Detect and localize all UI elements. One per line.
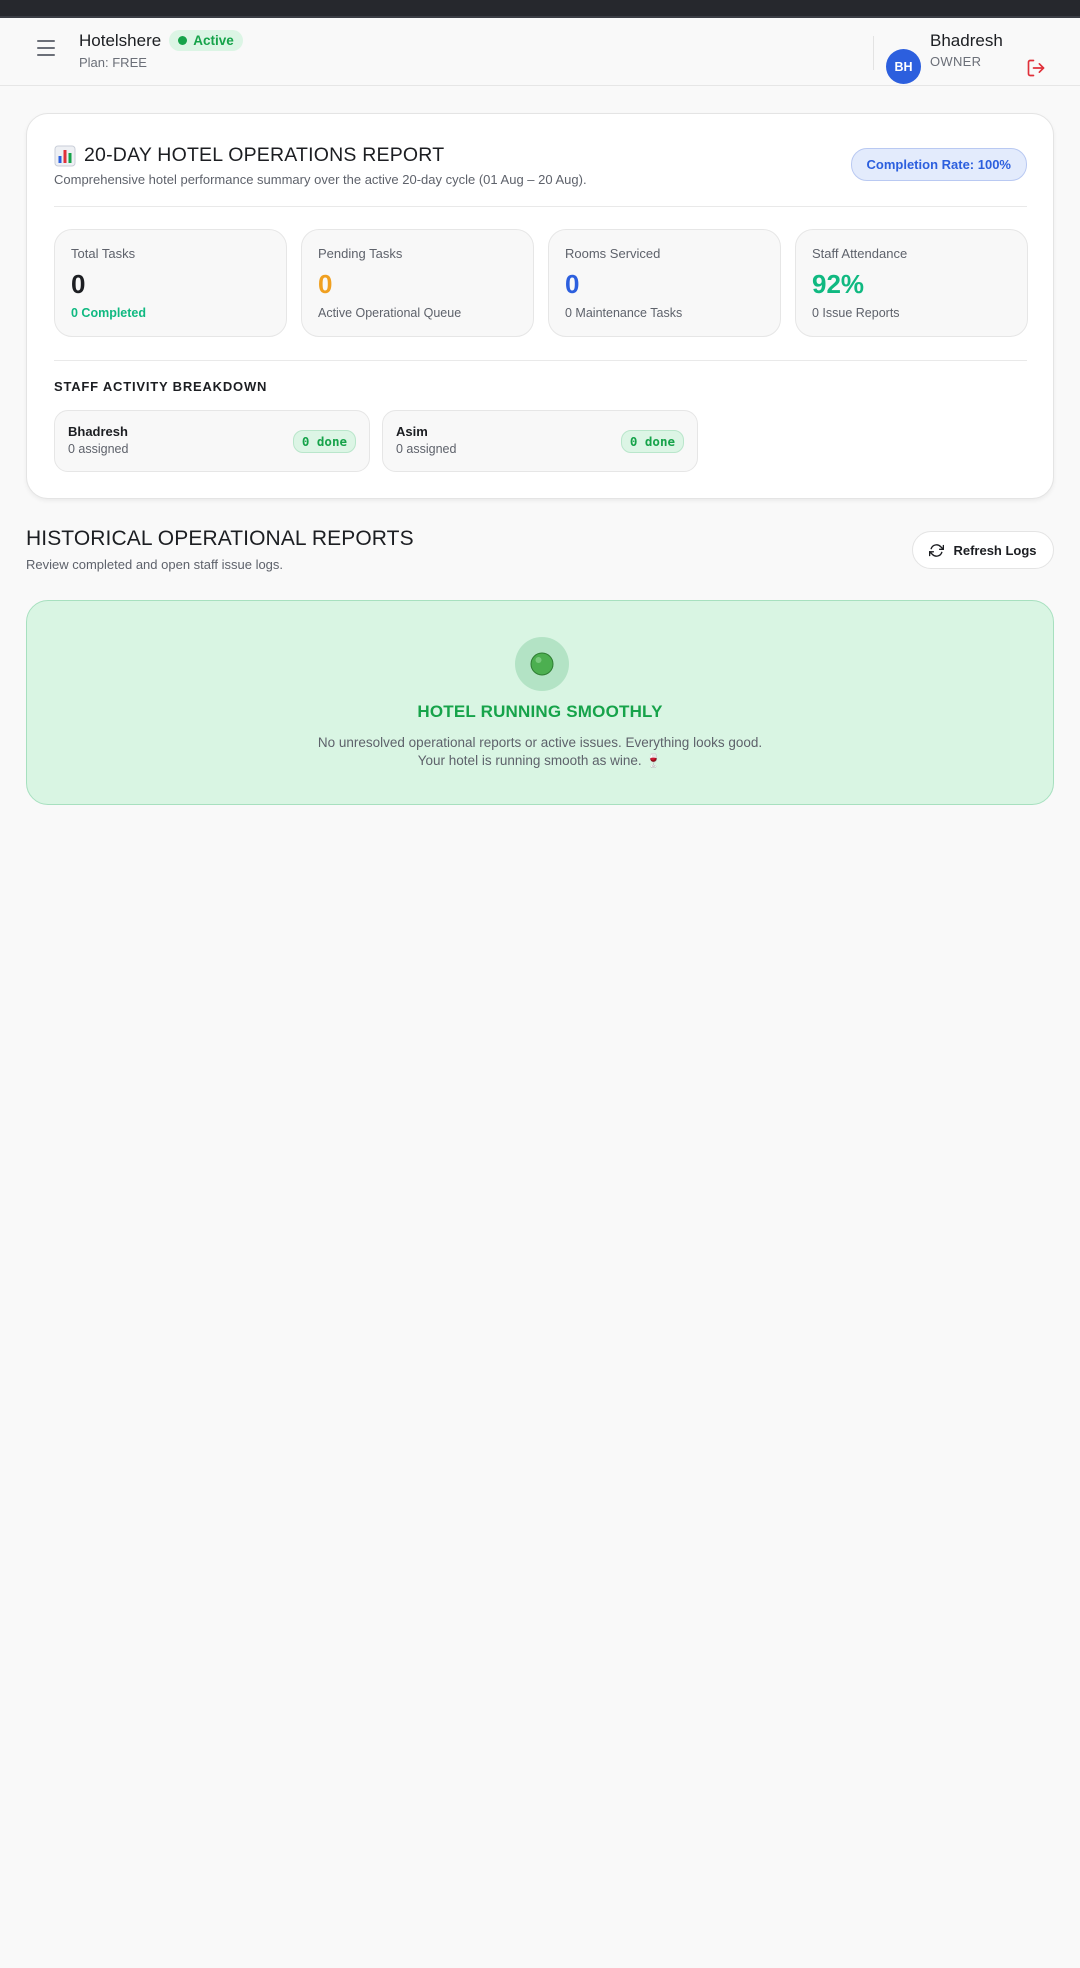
status-badge-label: Active — [193, 33, 234, 48]
avatar[interactable]: BH — [886, 49, 921, 84]
historical-reports-title: HISTORICAL OPERATIONAL REPORTS — [26, 527, 414, 550]
header-divider — [873, 36, 874, 70]
done-count-badge: 0 done — [620, 430, 684, 453]
stat-pending-tasks: Pending Tasks 0 Active Operational Queue — [301, 229, 534, 337]
status-panel-message: No unresolved operational reports or act… — [317, 735, 763, 750]
staff-card[interactable]: Asim 0 assigned 0 done — [382, 410, 698, 472]
user-role: OWNER — [930, 54, 982, 69]
stat-sub: 0 Maintenance Tasks — [565, 306, 683, 320]
hotel-name: Hotelshere — [79, 30, 162, 50]
status-dot-icon — [178, 36, 188, 45]
app-header: Hotelshere Active Plan: FREE BH Bhadresh… — [0, 18, 1080, 86]
stat-staff-attendance: Staff Attendance 92% 0 Issue Reports — [795, 229, 1028, 337]
status-panel-message: Your hotel is running smooth as wine. 🍷 — [417, 753, 663, 768]
status-panel-title: HOTEL RUNNING SMOOTHLY — [417, 702, 663, 721]
completion-rate-badge: Completion Rate: 100% — [850, 148, 1027, 181]
stat-label: Staff Attendance — [812, 246, 908, 261]
user-name: Bhadresh — [930, 31, 1003, 50]
stat-value: 0 — [71, 269, 86, 299]
report-title: 20-DAY HOTEL OPERATIONS REPORT — [84, 144, 445, 166]
done-count-badge: 0 done — [292, 430, 356, 453]
card-divider — [54, 360, 1027, 361]
historical-reports-subtitle: Review completed and open staff issue lo… — [26, 557, 284, 572]
stat-value: 0 — [318, 269, 333, 299]
stats-row: Total Tasks 0 0 Completed Pending Tasks … — [54, 229, 1028, 337]
status-icon-wrap — [515, 637, 569, 691]
green-circle-icon — [530, 652, 554, 676]
logout-icon[interactable] — [1026, 58, 1046, 78]
status-badge: Active — [169, 30, 243, 51]
stat-rooms-serviced: Rooms Serviced 0 0 Maintenance Tasks — [548, 229, 781, 337]
stat-sub: Active Operational Queue — [318, 306, 462, 320]
hamburger-menu-icon[interactable] — [34, 36, 58, 60]
window-top-strip — [0, 0, 1080, 18]
refresh-icon — [929, 543, 945, 557]
stat-sub: 0 Issue Reports — [812, 306, 900, 320]
plan-label: Plan: FREE — [79, 55, 147, 70]
report-subtitle: Comprehensive hotel performance summary … — [54, 172, 587, 187]
stat-value: 92% — [812, 269, 865, 299]
bar-chart-icon — [54, 145, 76, 166]
operations-report-card: 20-DAY HOTEL OPERATIONS REPORT Comprehen… — [26, 113, 1054, 499]
hotel-status-panel: HOTEL RUNNING SMOOTHLY No unresolved ope… — [26, 600, 1054, 805]
card-divider — [54, 206, 1027, 207]
refresh-logs-button[interactable]: Refresh Logs — [912, 531, 1054, 569]
staff-card[interactable]: Bhadresh 0 assigned 0 done — [54, 410, 370, 472]
stat-label: Total Tasks — [71, 246, 136, 261]
refresh-logs-label: Refresh Logs — [953, 542, 1037, 558]
stat-value: 0 — [565, 269, 580, 299]
stat-total-tasks: Total Tasks 0 0 Completed — [54, 229, 287, 337]
staff-activity-heading: STAFF ACTIVITY BREAKDOWN — [54, 379, 268, 394]
brand-block: Hotelshere Active Plan: FREE — [79, 30, 243, 70]
user-info: Bhadresh OWNER — [930, 31, 1003, 69]
report-title-row: 20-DAY HOTEL OPERATIONS REPORT — [54, 144, 444, 167]
stat-label: Rooms Serviced — [565, 246, 661, 261]
stat-label: Pending Tasks — [318, 246, 403, 261]
stat-sub: 0 Completed — [71, 306, 147, 320]
staff-list: Bhadresh 0 assigned 0 done Asim 0 assign… — [54, 410, 698, 472]
